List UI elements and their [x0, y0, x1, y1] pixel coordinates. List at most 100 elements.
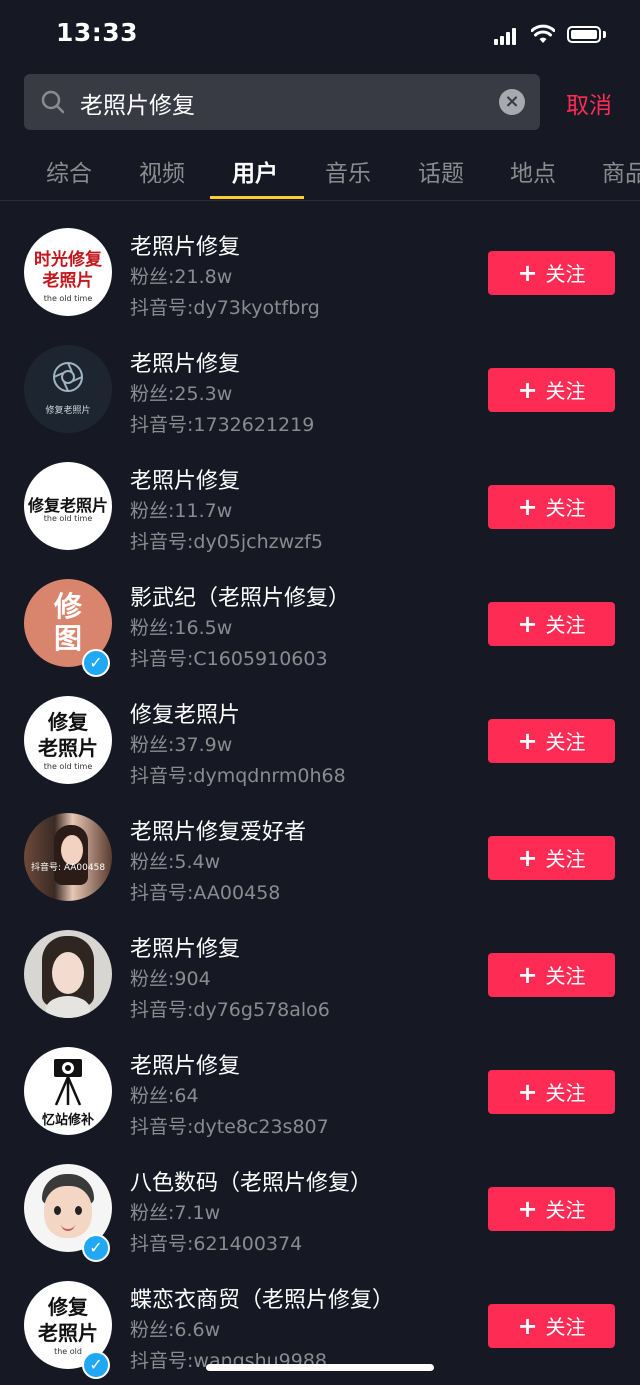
- avatar-subtext: the old time: [43, 514, 93, 523]
- list-item[interactable]: 时光修复 老照片 the old time 老照片修复 粉丝:21.8w 抖音号…: [0, 204, 640, 321]
- avatar[interactable]: 修复 老照片 the old time: [24, 696, 112, 784]
- username[interactable]: 老照片修复: [130, 346, 240, 378]
- search-icon: [41, 90, 65, 114]
- tab-topics[interactable]: 话题: [418, 154, 464, 188]
- battery-tip: [603, 31, 606, 38]
- fans-count: 粉丝:7.1w: [130, 1202, 221, 1224]
- follow-button[interactable]: + 关注: [488, 1187, 615, 1231]
- avatar-text-1: 修: [53, 590, 82, 623]
- fans-count: 粉丝:904: [130, 968, 211, 990]
- avatar[interactable]: 修复老照片 the old time: [24, 462, 112, 550]
- verified-badge-icon: ✓: [82, 1351, 110, 1379]
- fans-count: 粉丝:21.8w: [130, 266, 233, 288]
- cancel-button[interactable]: 取消: [566, 86, 612, 120]
- follow-label: 关注: [545, 379, 586, 403]
- avatar[interactable]: 修复老照片: [24, 345, 112, 433]
- username[interactable]: 蝶恋衣商贸（老照片修复）: [130, 1282, 394, 1314]
- tab-all[interactable]: 综合: [46, 154, 92, 188]
- avatar[interactable]: 忆站修补: [24, 1047, 112, 1135]
- avatar-text-1: 修复: [48, 1295, 88, 1319]
- list-item[interactable]: 修复 老照片 the old time 修复老照片 粉丝:37.9w 抖音号:d…: [0, 672, 640, 789]
- username[interactable]: 影武纪（老照片修复）: [130, 580, 350, 612]
- plus-icon: +: [517, 1195, 538, 1223]
- status-bar: 13:33: [0, 0, 640, 70]
- douyin-id: 抖音号:dy05jchzwzf5: [130, 531, 323, 553]
- search-tabs: 综合 视频 用户 音乐 话题 地点 商品: [0, 148, 640, 201]
- avatar[interactable]: 抖音号: AA00458: [24, 813, 112, 901]
- avatar[interactable]: [24, 930, 112, 1018]
- fans-count: 粉丝:5.4w: [130, 851, 221, 873]
- follow-label: 关注: [545, 613, 586, 637]
- tab-users[interactable]: 用户: [232, 154, 278, 188]
- list-item[interactable]: 抖音号: AA00458 老照片修复爱好者 粉丝:5.4w 抖音号:AA0045…: [0, 789, 640, 906]
- list-item[interactable]: ✓ 八色数码（老照片修复） 粉丝:7.1w 抖音号:621400374 + 关注: [0, 1140, 640, 1262]
- douyin-id: 抖音号:dymqdnrm0h68: [130, 765, 346, 787]
- camera-aperture-icon: [53, 362, 83, 392]
- avatar-text-2: 老照片: [42, 271, 94, 291]
- avatar-text-2: 老照片: [38, 736, 98, 760]
- fans-count: 粉丝:6.6w: [130, 1319, 221, 1341]
- list-item[interactable]: 修 图 ✓ 影武纪（老照片修复） 粉丝:16.5w 抖音号:C160591060…: [0, 555, 640, 677]
- avatar-text-1: 时光修复: [34, 250, 102, 270]
- follow-label: 关注: [545, 1198, 586, 1222]
- plus-icon: +: [517, 376, 538, 404]
- follow-button[interactable]: + 关注: [488, 1304, 615, 1348]
- fans-count: 粉丝:25.3w: [130, 383, 233, 405]
- wifi-icon: [531, 24, 555, 43]
- avatar-photo-shoulders: [46, 996, 90, 1018]
- follow-label: 关注: [545, 1315, 586, 1339]
- home-indicator[interactable]: [206, 1364, 434, 1371]
- status-time: 13:33: [56, 18, 139, 47]
- follow-button[interactable]: + 关注: [488, 368, 615, 412]
- tab-places[interactable]: 地点: [510, 154, 556, 188]
- search-box[interactable]: 老照片修复 ×: [24, 74, 540, 130]
- avatar-text-2: 老照片: [38, 1321, 98, 1345]
- follow-label: 关注: [545, 496, 586, 520]
- avatar-cartoon-eye: [75, 1206, 82, 1215]
- clear-icon[interactable]: ×: [499, 89, 525, 115]
- avatar-subtext: the old time: [43, 762, 93, 771]
- list-item[interactable]: 老照片修复 粉丝:904 抖音号:dy76g578alo6 + 关注: [0, 906, 640, 1023]
- follow-button[interactable]: + 关注: [488, 836, 615, 880]
- list-item[interactable]: 忆站修补 老照片修复 粉丝:64 抖音号:dyte8c23s807 + 关注: [0, 1023, 640, 1140]
- tab-music[interactable]: 音乐: [325, 154, 371, 188]
- username[interactable]: 老照片修复: [130, 1048, 240, 1080]
- follow-button[interactable]: + 关注: [488, 251, 615, 295]
- avatar-text-1: 抖音号: AA00458: [30, 863, 106, 873]
- signal-icon: [494, 27, 520, 45]
- follow-button[interactable]: + 关注: [488, 1070, 615, 1114]
- follow-label: 关注: [545, 1081, 586, 1105]
- douyin-id: 抖音号:1732621219: [130, 414, 315, 436]
- avatar-text-1: 修复老照片: [45, 406, 91, 416]
- douyin-id: 抖音号:dyte8c23s807: [130, 1116, 329, 1138]
- follow-label: 关注: [545, 964, 586, 988]
- follow-button[interactable]: + 关注: [488, 602, 615, 646]
- plus-icon: +: [517, 1078, 538, 1106]
- fans-count: 粉丝:64: [130, 1085, 199, 1107]
- tab-products[interactable]: 商品: [602, 154, 640, 188]
- username[interactable]: 八色数码（老照片修复）: [130, 1165, 372, 1197]
- follow-button[interactable]: + 关注: [488, 953, 615, 997]
- avatar[interactable]: 时光修复 老照片 the old time: [24, 228, 112, 316]
- battery-icon: [567, 26, 601, 43]
- list-item[interactable]: 修复老照片 the old time 老照片修复 粉丝:11.7w 抖音号:dy…: [0, 438, 640, 555]
- list-item[interactable]: 修复 老照片 the old ✓ 蝶恋衣商贸（老照片修复） 粉丝:6.6w 抖音…: [0, 1257, 640, 1379]
- plus-icon: +: [517, 844, 538, 872]
- plus-icon: +: [517, 727, 538, 755]
- username[interactable]: 修复老照片: [130, 697, 240, 729]
- plus-icon: +: [517, 610, 538, 638]
- username[interactable]: 老照片修复: [130, 931, 240, 963]
- follow-button[interactable]: + 关注: [488, 485, 615, 529]
- avatar-text-1: 修复: [48, 710, 88, 734]
- follow-button[interactable]: + 关注: [488, 719, 615, 763]
- username[interactable]: 老照片修复爱好者: [130, 814, 306, 846]
- camera-tripod-icon: [54, 1059, 82, 1106]
- search-input[interactable]: 老照片修复: [80, 86, 195, 120]
- avatar-cartoon-eye: [54, 1206, 61, 1215]
- tab-video[interactable]: 视频: [139, 154, 185, 188]
- username[interactable]: 老照片修复: [130, 229, 240, 261]
- username[interactable]: 老照片修复: [130, 463, 240, 495]
- list-item[interactable]: 修复老照片 老照片修复 粉丝:25.3w 抖音号:1732621219 + 关注: [0, 321, 640, 438]
- plus-icon: +: [517, 1312, 538, 1340]
- fans-count: 粉丝:16.5w: [130, 617, 233, 639]
